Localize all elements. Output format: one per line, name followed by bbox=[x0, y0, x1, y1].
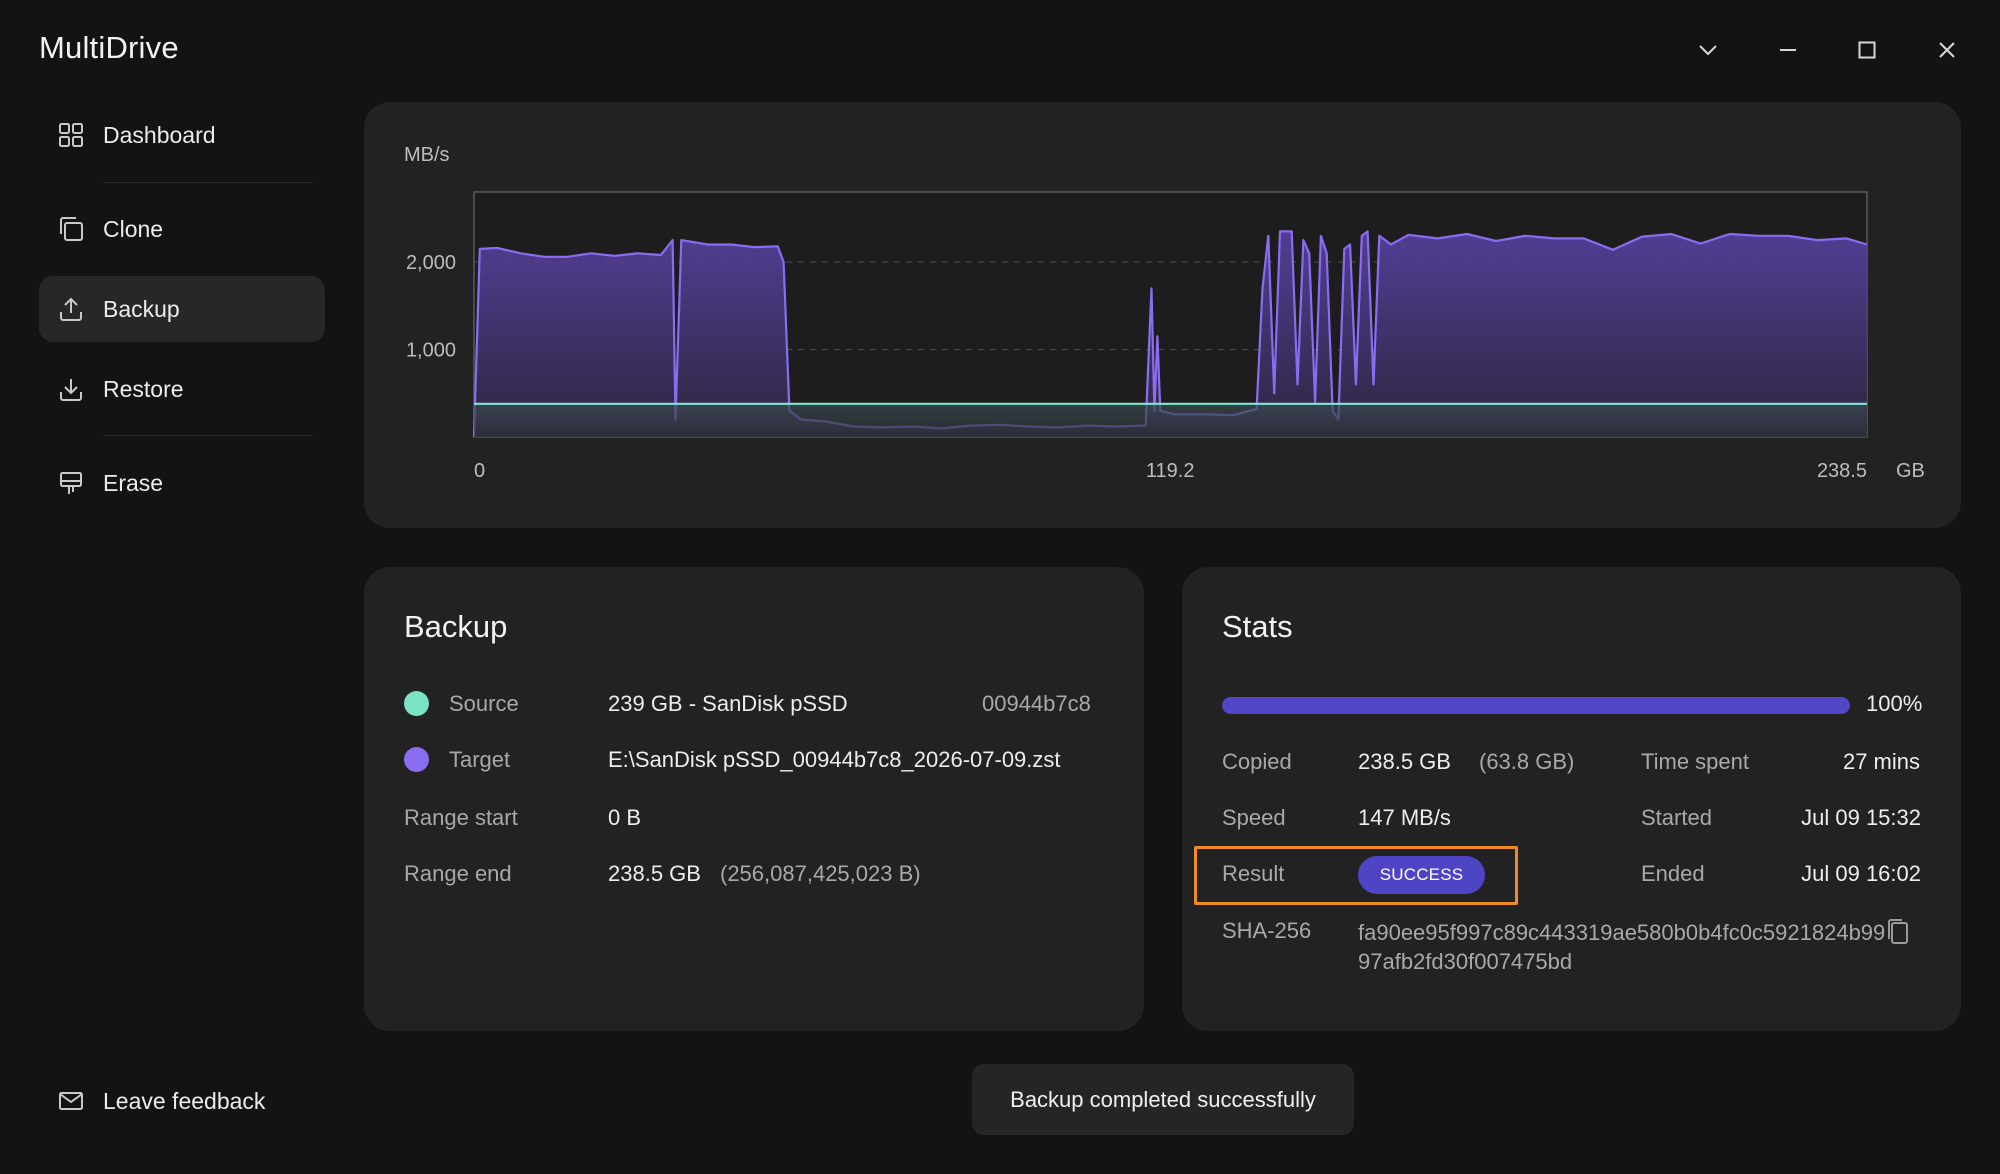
source-color-dot bbox=[404, 691, 429, 716]
copy-hash-icon[interactable] bbox=[1878, 912, 1918, 952]
download-icon bbox=[39, 376, 103, 402]
ended-value: Jul 09 16:02 bbox=[1801, 861, 1921, 886]
time-spent-label: Time spent bbox=[1641, 749, 1750, 774]
sidebar-item-clone[interactable]: Clone bbox=[39, 196, 325, 262]
sidebar-item-restore[interactable]: Restore bbox=[39, 356, 325, 422]
sidebar-item-backup[interactable]: Backup bbox=[39, 276, 325, 342]
maximize-icon[interactable] bbox=[1847, 30, 1887, 70]
progress-percent: 100% bbox=[1866, 691, 1923, 716]
mail-icon bbox=[39, 1090, 103, 1112]
result-highlight-box bbox=[1194, 846, 1518, 905]
range-end-label: Range end bbox=[404, 861, 512, 886]
sidebar-item-dashboard[interactable]: Dashboard bbox=[39, 102, 325, 168]
backup-panel-title: Backup bbox=[404, 609, 508, 644]
stats-panel-title: Stats bbox=[1222, 609, 1293, 644]
source-id: 00944b7c8 bbox=[982, 691, 1091, 716]
source-label: Source bbox=[449, 691, 519, 716]
range-end-value: 238.5 GB bbox=[608, 861, 701, 886]
target-label: Target bbox=[449, 747, 511, 772]
sidebar-item-label: Clone bbox=[103, 215, 164, 242]
copied-compressed: (63.8 GB) bbox=[1479, 749, 1575, 774]
range-end-bytes: (256,087,425,023 B) bbox=[720, 861, 921, 886]
copied-label: Copied bbox=[1222, 749, 1292, 774]
chart-y-axis-label: MB/s bbox=[404, 144, 450, 166]
minimize-icon[interactable] bbox=[1768, 30, 1808, 70]
toast-notification: Backup completed successfully bbox=[972, 1064, 1354, 1135]
target-color-dot bbox=[404, 747, 429, 772]
ended-label: Ended bbox=[1641, 861, 1705, 886]
sidebar-item-label: Restore bbox=[103, 375, 184, 402]
started-label: Started bbox=[1641, 805, 1712, 830]
sidebar-divider bbox=[103, 182, 313, 183]
grid-icon bbox=[39, 122, 103, 148]
sidebar-item-label: Erase bbox=[103, 469, 164, 496]
speed-value: 147 MB/s bbox=[1358, 805, 1451, 830]
sidebar-item-label: Dashboard bbox=[103, 121, 216, 148]
eraser-icon bbox=[39, 470, 103, 496]
upload-icon bbox=[39, 296, 103, 322]
app-window: MultiDrive Dashboard Clone Backup Restor bbox=[0, 0, 2000, 1174]
target-value: E:\SanDisk pSSD_00944b7c8_2026-07-09.zst bbox=[608, 747, 1061, 772]
copied-value: 238.5 GB bbox=[1358, 749, 1451, 774]
speed-chart-panel bbox=[364, 102, 1961, 528]
sidebar-item-erase[interactable]: Erase bbox=[39, 450, 325, 516]
chevron-down-icon[interactable] bbox=[1688, 30, 1728, 70]
feedback-label: Leave feedback bbox=[103, 1087, 266, 1114]
range-start-value: 0 B bbox=[608, 805, 642, 830]
sidebar-divider bbox=[103, 435, 313, 436]
progress-bar bbox=[1222, 697, 1850, 714]
sha-label: SHA-256 bbox=[1222, 918, 1312, 943]
sidebar-item-label: Backup bbox=[103, 295, 180, 322]
leave-feedback-link[interactable]: Leave feedback bbox=[39, 1068, 265, 1134]
close-icon[interactable] bbox=[1927, 30, 1967, 70]
speed-label: Speed bbox=[1222, 805, 1286, 830]
range-start-label: Range start bbox=[404, 805, 518, 830]
progress-bar-fill bbox=[1222, 697, 1850, 714]
sha-value: fa90ee95f997c89c443319ae580b0b4fc0c59218… bbox=[1358, 920, 1886, 974]
started-value: Jul 09 15:32 bbox=[1801, 805, 1921, 830]
source-value: 239 GB - SanDisk pSSD bbox=[608, 691, 848, 716]
copy-icon bbox=[39, 216, 103, 242]
chart-x-axis-label: GB bbox=[1896, 460, 1925, 482]
app-title: MultiDrive bbox=[39, 30, 179, 65]
time-spent-value: 27 mins bbox=[1842, 749, 1920, 774]
